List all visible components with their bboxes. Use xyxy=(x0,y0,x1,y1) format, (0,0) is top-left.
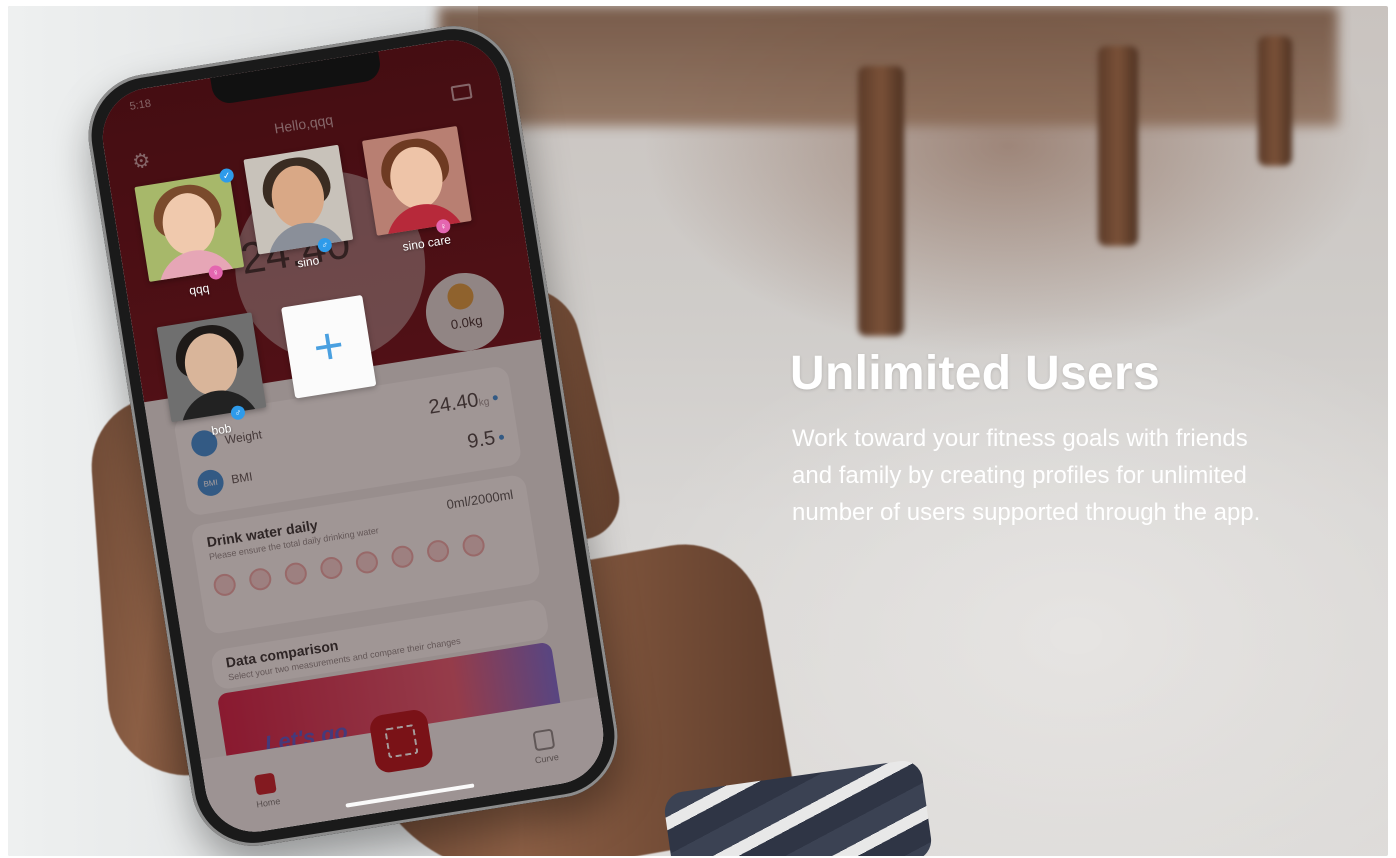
page-title: Unlimited Users xyxy=(790,347,1160,400)
description-line: Work toward your fitness goals with frie… xyxy=(792,425,1248,452)
chair-leg xyxy=(1098,46,1138,246)
add-user-button[interactable]: + xyxy=(281,294,377,399)
description-line: and family by creating profiles for unli… xyxy=(792,462,1247,489)
user-card-qqq[interactable]: ✓ ♀ qqq xyxy=(134,167,247,304)
avatar xyxy=(134,172,245,282)
user-card-bob[interactable]: ♂ bob xyxy=(156,312,270,444)
user-card-sino-care[interactable]: ♀ sino care xyxy=(361,125,475,258)
hero-background: 5:18 Hello,qqq ⚙ 24.40 0.0kg Weight 24.4… xyxy=(8,6,1388,856)
chair-leg xyxy=(1258,36,1292,166)
chair-leg xyxy=(858,66,904,336)
avatar xyxy=(243,144,354,255)
user-card-sino[interactable]: ♂ sino xyxy=(243,144,356,277)
description-line: number of users supported through the ap… xyxy=(792,499,1261,526)
avatar xyxy=(361,125,472,236)
description: Work toward your fitness goals with frie… xyxy=(792,420,1352,531)
avatar xyxy=(156,312,267,423)
